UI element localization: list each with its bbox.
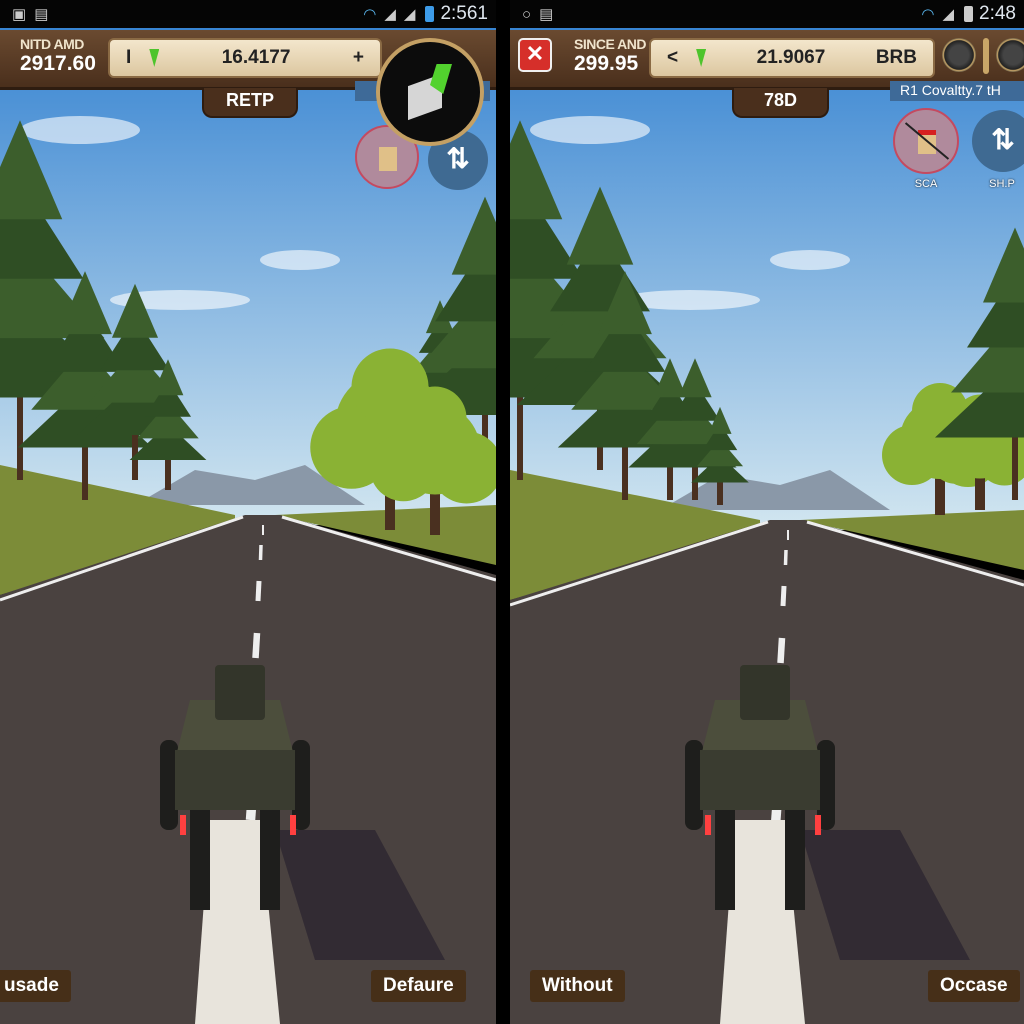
- stat-value: 2917.60: [20, 52, 96, 75]
- sync-icon: ○: [522, 5, 532, 23]
- robot-leg: [260, 810, 280, 910]
- stat-value: 299.95: [574, 52, 639, 75]
- battery-icon: [425, 6, 435, 22]
- left-action-button[interactable]: Without: [530, 970, 625, 1002]
- block-item-icon[interactable]: [376, 38, 484, 146]
- center-dash: [780, 585, 787, 607]
- signal-icon: ◢: [384, 6, 396, 23]
- gem-icon: [696, 49, 707, 67]
- robot-leg: [785, 810, 805, 910]
- screenshot-icon: ▣: [12, 6, 27, 23]
- stat-label: NITD AMD: [20, 36, 84, 52]
- center-dash: [252, 632, 261, 659]
- stat: SINCE AND 299.95: [574, 36, 647, 76]
- robot-light: [815, 815, 821, 835]
- robot-turret: [740, 665, 790, 720]
- center-dash: [258, 544, 263, 561]
- robot-light: [705, 815, 711, 835]
- status-bar: ○ ▤ ◠ ◢ 2:48: [510, 0, 1024, 28]
- wifi-icon: ◠: [363, 6, 377, 23]
- divider: [983, 38, 989, 74]
- cloud: [20, 116, 140, 144]
- image-icon: ▤: [34, 6, 49, 23]
- resource-value: 21.9067: [756, 47, 826, 68]
- left-game-screen: ▣ ▤ ◠ ◢ ◢ 2:561 NITD AMD 2917.60 I 16.4177 …: [0, 0, 496, 1024]
- signal-icon: ◢: [403, 6, 416, 23]
- gem-icon: [149, 49, 160, 67]
- center-dash: [777, 637, 786, 664]
- robot-turret: [215, 665, 265, 720]
- stat-label: SINCE AND: [574, 36, 647, 52]
- center-dash: [255, 580, 262, 602]
- leafy-tree: [403, 386, 467, 450]
- dial-icon[interactable]: [942, 38, 976, 72]
- image-icon: ▤: [539, 6, 554, 23]
- clock: 2:48: [979, 3, 1016, 24]
- info-banner: R1 Covaltty.7 tH: [890, 81, 1024, 101]
- back-button[interactable]: <: [667, 47, 678, 69]
- clock: 2:561: [440, 3, 488, 24]
- right-action-button[interactable]: Defaure: [371, 970, 466, 1002]
- signal-icon: ◢: [942, 6, 955, 23]
- right-action-button[interactable]: Occase: [928, 970, 1020, 1002]
- resource-bar: < 21.9067 BRB: [649, 38, 935, 78]
- cloud: [260, 250, 340, 270]
- resource-bar: I 16.4177 +: [108, 38, 382, 78]
- robot-light: [290, 815, 296, 835]
- robot-leg: [190, 810, 210, 910]
- bar-right-label: BRB: [875, 47, 917, 68]
- stat: NITD AMD 2917.60: [20, 36, 96, 76]
- resource-value: 16.4177: [221, 47, 291, 68]
- bar-left[interactable]: I: [126, 47, 131, 69]
- robot-body: [175, 750, 295, 810]
- robot-leg: [715, 810, 735, 910]
- battery-icon: [964, 6, 974, 22]
- robot-light: [180, 815, 186, 835]
- left-action-button[interactable]: usade: [0, 970, 71, 1002]
- status-bar: ▣ ▤ ◠ ◢ ◢ 2:561: [0, 0, 496, 28]
- game-scene: [0, 0, 496, 1024]
- cloud: [770, 250, 850, 270]
- right-game-screen: ○ ▤ ◠ ◢ 2:48 ✕ SINCE AND 299.95 < 21.9067 …: [510, 0, 1024, 1024]
- button-label: SH.P: [989, 178, 1015, 190]
- mode-tab[interactable]: 78D: [732, 88, 830, 118]
- center-dash: [783, 549, 788, 566]
- add-button[interactable]: +: [353, 47, 364, 69]
- wifi-icon: ◠: [921, 6, 935, 23]
- cloud: [530, 116, 650, 144]
- dial-icon[interactable]: [996, 38, 1024, 72]
- mode-tab[interactable]: RETP: [202, 88, 299, 118]
- button-label: SCA: [914, 178, 938, 190]
- robot-body: [700, 750, 820, 810]
- no-item-icon[interactable]: [893, 108, 959, 174]
- close-button[interactable]: ✕: [518, 38, 552, 72]
